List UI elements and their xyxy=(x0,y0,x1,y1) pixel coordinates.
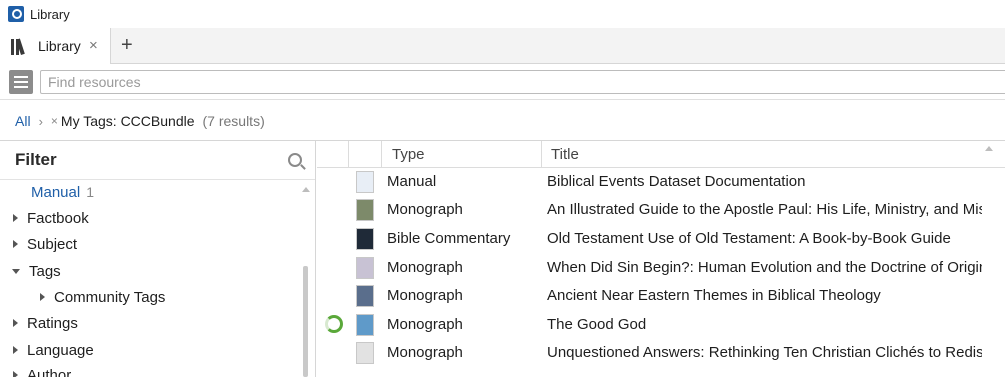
search-icon[interactable] xyxy=(288,153,302,167)
download-progress-icon xyxy=(325,315,343,333)
row-title: Biblical Events Dataset Documentation xyxy=(547,173,806,190)
breadcrumb-all-link[interactable]: All xyxy=(15,113,31,129)
expand-caret-icon[interactable] xyxy=(13,214,18,222)
breadcrumb-tag-filter: My Tags: CCCBundle xyxy=(60,113,195,129)
table-row[interactable]: Monograph Ancient Near Eastern Themes in… xyxy=(317,282,982,310)
scroll-up-arrow-icon[interactable] xyxy=(985,146,993,151)
filter-item-label: Language xyxy=(27,341,94,359)
table-header: Type Title xyxy=(317,141,1005,168)
filter-item-language[interactable]: Language xyxy=(13,338,313,362)
results-count: (7 results) xyxy=(202,113,265,129)
filter-item-author[interactable]: Author xyxy=(13,363,313,377)
tab-library-label: Library xyxy=(38,38,81,54)
toolbar xyxy=(0,64,1005,100)
expand-caret-icon[interactable] xyxy=(13,240,18,248)
filter-item-label: Tags xyxy=(29,262,61,280)
tab-library[interactable]: Library × xyxy=(0,28,111,64)
column-divider xyxy=(381,141,382,168)
filter-item-factbook[interactable]: Factbook xyxy=(13,206,313,230)
add-tab-button[interactable]: + xyxy=(121,35,133,55)
column-divider[interactable] xyxy=(541,141,542,168)
filter-item-count: 1 xyxy=(86,184,94,200)
filter-item-label: Community Tags xyxy=(54,288,166,306)
column-header-type[interactable]: Type xyxy=(392,146,425,163)
find-resources-input[interactable] xyxy=(40,70,1005,94)
row-type: Monograph xyxy=(387,344,463,361)
row-title: The Good God xyxy=(547,316,647,333)
table-row[interactable]: Monograph The Good God xyxy=(317,311,982,339)
breadcrumb: All › × My Tags: CCCBundle (7 results) xyxy=(15,111,265,131)
row-type: Manual xyxy=(387,173,437,190)
filter-item-label: Author xyxy=(27,366,72,377)
row-type: Monograph xyxy=(387,287,463,304)
filter-item-manual[interactable]: Manual 1 xyxy=(31,180,315,204)
book-cover-thumbnail xyxy=(356,314,374,336)
window-titlebar: Library xyxy=(0,0,1005,28)
table-row[interactable]: Monograph When Did Sin Begin?: Human Evo… xyxy=(317,254,982,282)
filter-item-label: Subject xyxy=(27,235,78,253)
filter-item-tags[interactable]: Tags xyxy=(12,259,312,283)
filter-item-community-tags[interactable]: Community Tags xyxy=(40,285,315,309)
filter-scrollbar[interactable] xyxy=(303,266,308,377)
filter-item-label: Factbook xyxy=(27,209,89,227)
table-row[interactable]: Monograph Unquestioned Answers: Rethinki… xyxy=(317,339,982,367)
remove-filter-icon[interactable]: × xyxy=(51,114,58,128)
expand-caret-icon[interactable] xyxy=(40,293,45,301)
filter-item-label: Ratings xyxy=(27,314,78,332)
row-type: Monograph xyxy=(387,259,463,276)
book-cover-thumbnail xyxy=(356,257,374,279)
filter-item-label: Manual xyxy=(31,183,81,201)
collapse-caret-icon[interactable] xyxy=(12,268,20,274)
hamburger-menu-icon[interactable] xyxy=(9,70,33,94)
column-divider xyxy=(348,141,349,168)
filter-panel: Filter Manual 1 Factbook Subject Tags Co… xyxy=(0,141,316,377)
row-title: When Did Sin Begin?: Human Evolution and… xyxy=(547,259,982,276)
window-title: Library xyxy=(30,6,70,22)
expand-caret-icon[interactable] xyxy=(13,371,18,377)
book-cover-thumbnail xyxy=(356,285,374,307)
filter-item-ratings[interactable]: Ratings xyxy=(13,311,313,335)
filter-header: Filter xyxy=(0,141,315,180)
app-logo-icon xyxy=(8,6,24,22)
table-row[interactable]: Monograph An Illustrated Guide to the Ap… xyxy=(317,196,982,224)
filter-item-subject[interactable]: Subject xyxy=(13,232,313,256)
row-type: Monograph xyxy=(387,316,463,333)
row-type: Bible Commentary xyxy=(387,230,511,247)
table-row[interactable]: Manual Biblical Events Dataset Documenta… xyxy=(317,168,982,196)
expand-caret-icon[interactable] xyxy=(13,346,18,354)
results-table: Type Title Manual Biblical Events Datase… xyxy=(317,141,1005,377)
book-cover-thumbnail xyxy=(356,171,374,193)
row-title: Old Testament Use of Old Testament: A Bo… xyxy=(547,230,951,247)
row-title: An Illustrated Guide to the Apostle Paul… xyxy=(547,201,982,218)
book-cover-thumbnail xyxy=(356,199,374,221)
library-books-icon xyxy=(11,37,31,55)
filter-title: Filter xyxy=(15,150,57,169)
chevron-right-icon: › xyxy=(38,113,43,129)
expand-caret-icon[interactable] xyxy=(13,319,18,327)
table-row[interactable]: Bible Commentary Old Testament Use of Ol… xyxy=(317,225,982,253)
close-tab-icon[interactable]: × xyxy=(89,37,98,55)
row-type: Monograph xyxy=(387,201,463,218)
column-header-title[interactable]: Title xyxy=(551,146,579,163)
row-title: Ancient Near Eastern Themes in Biblical … xyxy=(547,287,881,304)
book-cover-thumbnail xyxy=(356,228,374,250)
tab-bar: Library × + xyxy=(0,28,1005,64)
row-title: Unquestioned Answers: Rethinking Ten Chr… xyxy=(547,344,982,361)
book-cover-thumbnail xyxy=(356,342,374,364)
